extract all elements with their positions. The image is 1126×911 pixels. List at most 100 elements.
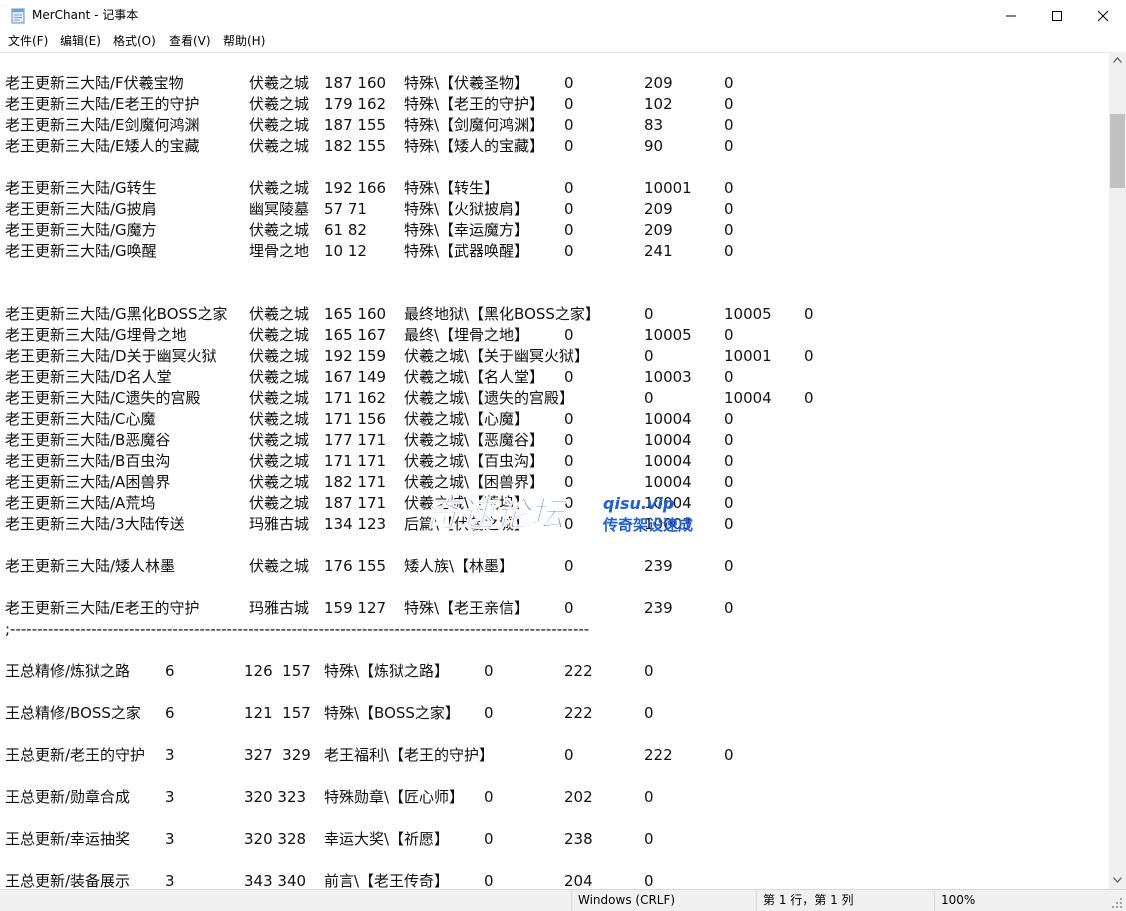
text-field: 0 xyxy=(724,137,734,155)
text-field: 0 xyxy=(724,431,734,449)
text-field: 0 xyxy=(484,872,494,889)
text-line: 老王更新三大陆/E矮人的宝藏 伏羲之城 182 155 特殊\【矮人的宝藏】 0 90 0 xyxy=(5,136,1105,157)
text-line: 老王更新三大陆/A困兽界 伏羲之城 182 171 伏羲之城\【困兽界】 0 10004 0 xyxy=(5,472,1105,493)
text-line xyxy=(5,577,1105,598)
menu-edit[interactable]: 编辑(E) xyxy=(60,33,101,49)
minimize-button[interactable] xyxy=(988,0,1034,31)
maximize-icon xyxy=(1052,11,1062,21)
text-field: 10 12 xyxy=(324,242,367,260)
text-line: 老王更新三大陆/C心魔 伏羲之城 171 156 伏羲之城\【心魔】 0 10004 0 xyxy=(5,409,1105,430)
text-field: 老王更新三大陆/B恶魔谷 xyxy=(5,431,171,449)
text-field: 王总更新/老王的守护 xyxy=(5,746,146,764)
text-field: 320 323 xyxy=(244,788,307,806)
text-field: 特殊\【老王亲信】 xyxy=(404,599,530,617)
text-line: 老王更新三大陆/B百虫沟 伏羲之城 171 171 伏羲之城\【百虫沟】 0 10004 0 xyxy=(5,451,1105,472)
text-field: 特殊\【炼狱之路】 xyxy=(324,662,450,680)
text-field: 209 xyxy=(644,74,673,92)
text-line: 王总更新/装备展示 3 343 340 前言\【老王传奇】 0 204 0 xyxy=(5,871,1105,889)
text-field: 0 xyxy=(724,494,734,512)
text-field: 伏羲之城 xyxy=(249,221,310,239)
text-field: 伏羲之城 xyxy=(249,452,310,470)
text-line xyxy=(5,262,1105,283)
text-field: 老王更新三大陆/E剑魔何鸿渊 xyxy=(5,116,200,134)
text-field: 6 xyxy=(165,662,175,680)
text-field: 238 xyxy=(564,830,593,848)
watermark-slogan: 传奇架设速成 xyxy=(603,516,694,534)
scroll-down-button[interactable] xyxy=(1109,872,1126,889)
text-field: 10001 xyxy=(644,179,692,197)
text-field: 0 xyxy=(724,200,734,218)
menu-view[interactable]: 查看(V) xyxy=(169,33,211,49)
text-field: 0 xyxy=(564,431,574,449)
text-field: 0 xyxy=(564,368,574,386)
text-field: 伏羲之城 xyxy=(249,179,310,197)
text-field: 老王更新三大陆/A荒坞 xyxy=(5,494,156,512)
resize-grip-icon[interactable] xyxy=(1110,895,1124,909)
title-bar[interactable]: MerChant - 记事本 xyxy=(0,0,1126,31)
close-button[interactable] xyxy=(1080,0,1126,31)
text-field: 0 xyxy=(644,389,654,407)
text-field: 老王更新三大陆/D关于幽冥火狱 xyxy=(5,347,217,365)
text-field: 10004 xyxy=(644,431,692,449)
text-field: 0 xyxy=(724,746,734,764)
menu-bar: 文件(F) 编辑(E) 格式(O) 查看(V) 帮助(H) xyxy=(0,31,1126,51)
text-field: 特殊\【武器唤醒】 xyxy=(404,242,530,260)
text-field: 10003 xyxy=(644,368,692,386)
text-field: 182 171 xyxy=(324,473,387,491)
text-field: 57 71 xyxy=(324,200,367,218)
text-field: 0 xyxy=(804,389,814,407)
text-field: 0 xyxy=(724,221,734,239)
text-field: 222 xyxy=(564,662,593,680)
scroll-thumb[interactable] xyxy=(1110,114,1125,188)
text-field: 6 xyxy=(165,704,175,722)
text-field: 伏羲之城\【恶魔谷】 xyxy=(404,431,545,449)
text-field: 327 329 xyxy=(244,746,311,764)
text-field: 179 162 xyxy=(324,95,387,113)
menu-file[interactable]: 文件(F) xyxy=(8,33,48,49)
text-field: 前言\【老王传奇】 xyxy=(324,872,450,889)
text-line: 王总更新/勋章合成 3 320 323 特殊勋章\【匠心师】 0 202 0 xyxy=(5,787,1105,808)
menu-help[interactable]: 帮助(H) xyxy=(223,33,265,49)
window-title: MerChant - 记事本 xyxy=(32,8,139,22)
text-field: 0 xyxy=(564,557,574,575)
text-field: 0 xyxy=(564,242,574,260)
text-line: 王总更新/幸运抽奖 3 320 328 幸运大奖\【祈愿】 0 238 0 xyxy=(5,829,1105,850)
text-field: 伏羲之城\【遗失的宫殿】 xyxy=(404,389,575,407)
text-field: 177 171 xyxy=(324,431,387,449)
text-field: 伏羲之城 xyxy=(249,557,310,575)
text-field: 159 127 xyxy=(324,599,387,617)
text-field: 老王更新三大陆/3大陆传送 xyxy=(5,515,185,533)
maximize-button[interactable] xyxy=(1034,0,1080,31)
text-field: 伏羲之城 xyxy=(249,410,310,428)
text-field: 幸运大奖\【祈愿】 xyxy=(324,830,450,848)
text-field: 特殊\【剑魔何鸿渊】 xyxy=(404,116,545,134)
text-field: 老王更新三大陆/B百虫沟 xyxy=(5,452,171,470)
text-line: 老王更新三大陆/矮人林墨 伏羲之城 176 155 矮人族\【林墨】 0 239 0 xyxy=(5,556,1105,577)
text-field: 10004 xyxy=(724,389,772,407)
text-field: 204 xyxy=(564,872,593,889)
text-field: 3 xyxy=(165,746,175,764)
vertical-scrollbar[interactable] xyxy=(1109,52,1126,889)
text-field: 0 xyxy=(564,74,574,92)
text-field: 165 160 xyxy=(324,305,387,323)
text-line: 老王更新三大陆/G转生 伏羲之城 192 166 特殊\【转生】 0 10001 0 xyxy=(5,178,1105,199)
text-field: 10005 xyxy=(644,326,692,344)
text-field: 王总更新/幸运抽奖 xyxy=(5,830,131,848)
text-field: 165 167 xyxy=(324,326,387,344)
text-field: 最终\【埋骨之地】 xyxy=(404,326,530,344)
text-field: 幽冥陵墓 xyxy=(249,200,310,218)
scroll-up-button[interactable] xyxy=(1109,52,1126,69)
text-field: 10004 xyxy=(644,452,692,470)
text-editor[interactable]: 老王更新三大陆/F伏羲宝物 伏羲之城 187 160 特殊\【伏羲圣物】 0 209 0 老王… xyxy=(0,52,1109,889)
status-line-ending: Windows (CRLF) xyxy=(571,890,756,911)
text-field: 202 xyxy=(564,788,593,806)
status-bar: Windows (CRLF) 第 1 行，第 1 列 100% xyxy=(0,889,1126,911)
text-line xyxy=(5,283,1105,304)
text-field: 老王更新三大陆/G转生 xyxy=(5,179,157,197)
text-field: 0 xyxy=(644,788,654,806)
text-field: 0 xyxy=(724,473,734,491)
watermark-domain: qisu.vip xyxy=(603,494,675,513)
text-field: 222 xyxy=(644,746,673,764)
menu-format[interactable]: 格式(O) xyxy=(113,33,156,49)
text-field: 0 xyxy=(484,788,494,806)
